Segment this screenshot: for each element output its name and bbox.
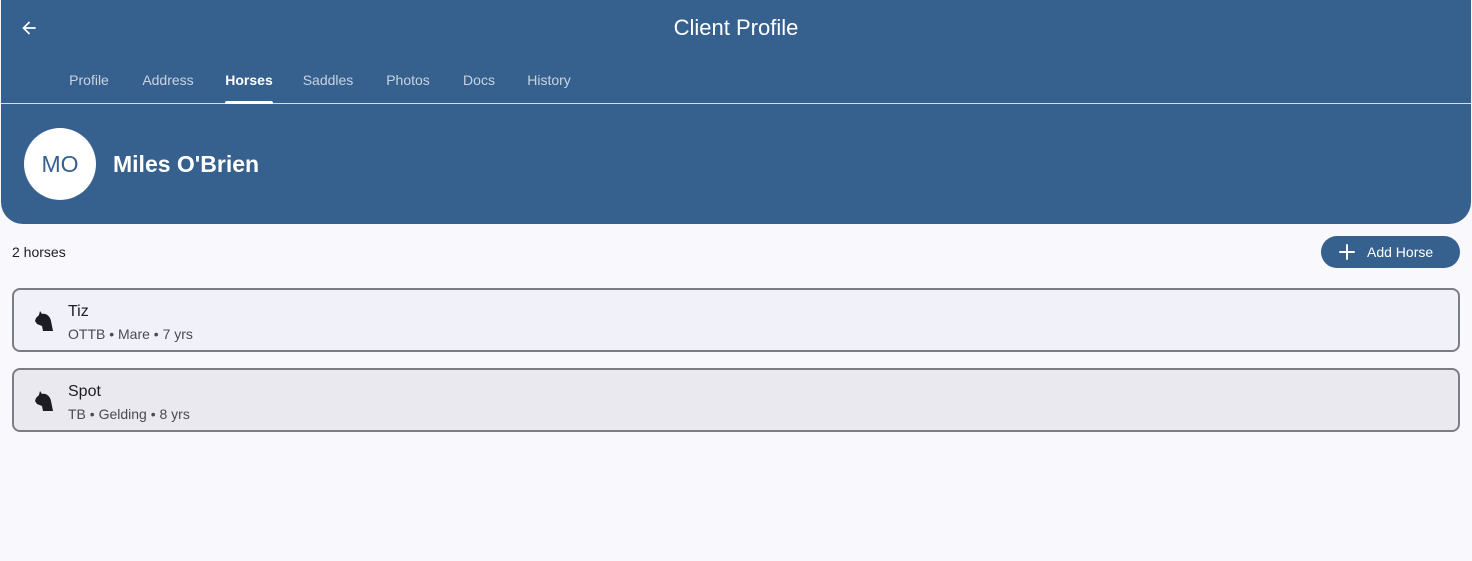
profile-header: Client Profile Profile Address Horses Sa… — [1, 0, 1471, 224]
tab-docs[interactable]: Docs — [453, 56, 505, 103]
client-name: Miles O'Brien — [113, 151, 260, 177]
tab-address[interactable]: Address — [131, 56, 205, 103]
horse-count: 2 horses — [12, 244, 66, 260]
horse-head-icon — [35, 311, 53, 331]
tab-saddles[interactable]: Saddles — [293, 56, 363, 103]
plus-icon — [1339, 244, 1355, 260]
active-tab-indicator — [225, 101, 273, 104]
horse-details: TB • Gelding • 8 yrs — [68, 406, 190, 422]
tab-label: Profile — [69, 71, 109, 88]
horse-list-item[interactable]: Tiz OTTB • Mare • 7 yrs — [12, 288, 1460, 352]
client-profile-page: Client Profile Profile Address Horses Sa… — [0, 0, 1472, 561]
avatar: MO — [24, 128, 96, 200]
tab-label: History — [527, 71, 571, 88]
tab-label: Address — [142, 71, 194, 88]
tab-label: Saddles — [302, 71, 354, 88]
horse-head-icon — [35, 391, 53, 411]
tab-photos[interactable]: Photos — [373, 56, 443, 103]
horse-details: OTTB • Mare • 7 yrs — [68, 326, 193, 342]
tab-horses[interactable]: Horses — [215, 56, 283, 104]
tab-bar: Profile Address Horses Saddles Photos Do… — [1, 56, 1471, 104]
tab-label: Horses — [225, 71, 273, 88]
tab-history[interactable]: History — [515, 56, 583, 103]
horse-name: Spot — [68, 383, 101, 400]
horse-name: Tiz — [68, 303, 89, 320]
page-title: Client Profile — [673, 15, 799, 40]
tab-profile[interactable]: Profile — [57, 56, 121, 103]
tab-label: Photos — [386, 71, 430, 88]
add-horse-label: Add Horse — [1367, 244, 1434, 260]
horse-list-item[interactable]: Spot TB • Gelding • 8 yrs — [12, 368, 1460, 432]
add-horse-button[interactable]: Add Horse — [1321, 236, 1460, 268]
tab-label: Docs — [463, 71, 495, 88]
